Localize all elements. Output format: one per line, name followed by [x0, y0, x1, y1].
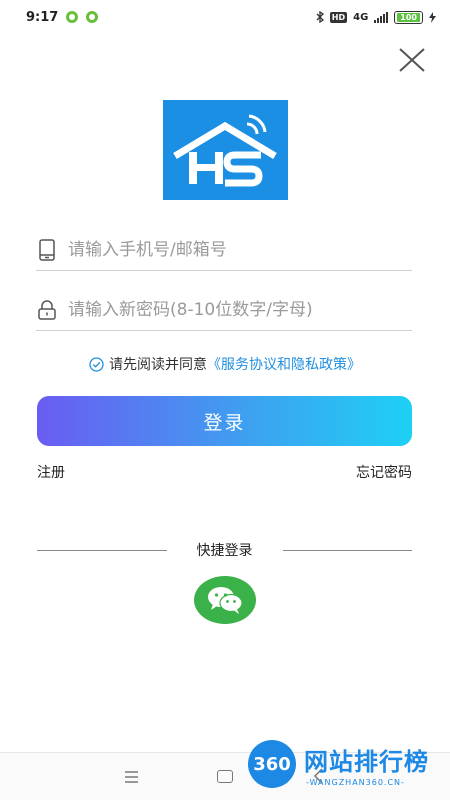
- phone-input[interactable]: [68, 239, 412, 260]
- password-input[interactable]: [68, 299, 412, 320]
- password-field[interactable]: [36, 289, 412, 331]
- notification-icon: [86, 11, 99, 23]
- signal-icon: [374, 11, 389, 23]
- status-right: HD 4G 100: [316, 10, 436, 24]
- charging-icon: [429, 11, 436, 23]
- notification-icon: [66, 11, 79, 23]
- divider-line: [282, 549, 412, 551]
- network-type: 4G: [353, 11, 369, 23]
- battery-icon: 100: [394, 10, 423, 24]
- quick-login-divider: 快捷登录: [37, 540, 412, 560]
- watermark-title: 网站排行榜: [304, 748, 429, 776]
- forgot-password-link[interactable]: 忘记密码: [356, 462, 412, 482]
- status-left: 9:17: [26, 9, 99, 25]
- wechat-icon: [208, 587, 243, 614]
- hd-badge: HD: [329, 11, 348, 23]
- menu-icon[interactable]: [124, 770, 139, 784]
- wechat-login-button[interactable]: [194, 576, 256, 624]
- watermark-badge: 360: [248, 740, 296, 788]
- home-icon[interactable]: [217, 770, 233, 783]
- divider-line: [37, 549, 167, 551]
- check-circle-icon[interactable]: [89, 356, 104, 372]
- watermark-url: -WANGZHAN360.CN-: [306, 778, 405, 787]
- agreement-text: 请先阅读并同意: [109, 357, 207, 373]
- lock-icon: [36, 298, 58, 322]
- close-icon[interactable]: [397, 47, 427, 73]
- agreement-link[interactable]: 《服务协议和隐私政策》: [207, 354, 361, 374]
- login-button[interactable]: 登录: [37, 396, 412, 446]
- register-link[interactable]: 注册: [37, 462, 65, 482]
- app-logo: [163, 100, 288, 200]
- agreement-row: 请先阅读并同意 《服务协议和隐私政策》: [0, 354, 450, 374]
- phone-field[interactable]: [36, 229, 412, 271]
- site-watermark: 360 网站排行榜 -WANGZHAN360.CN-: [244, 738, 450, 800]
- quick-login-label: 快捷登录: [196, 543, 253, 559]
- battery-level: 100: [397, 12, 420, 22]
- bluetooth-icon: [316, 11, 324, 23]
- status-bar: 9:17 HD 4G 100: [0, 0, 450, 34]
- phone-icon: [36, 238, 58, 262]
- status-time: 9:17: [26, 9, 59, 25]
